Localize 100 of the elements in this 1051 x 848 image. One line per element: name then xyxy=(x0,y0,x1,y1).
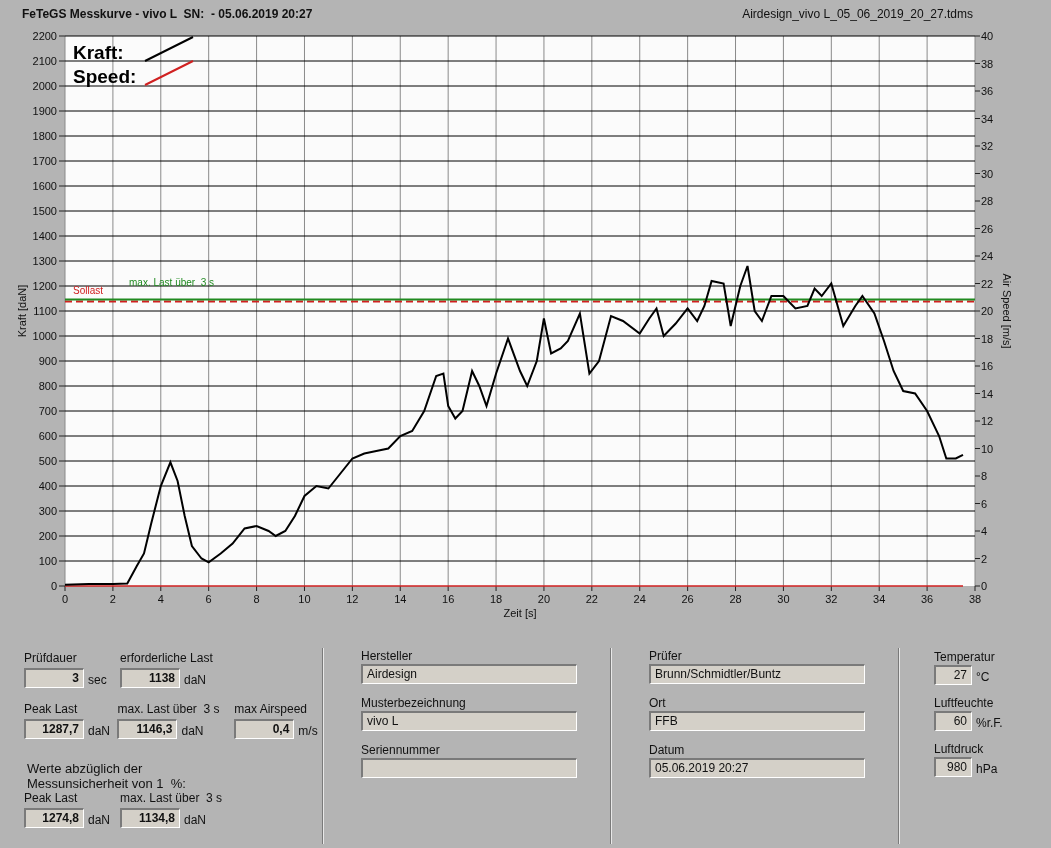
field-label: max. Last über 3 s xyxy=(117,702,220,717)
field-label: Prüfdauer xyxy=(24,651,77,666)
note-text: Messunsicherheit von 1 %: xyxy=(27,776,187,791)
y-tick-label: 1800 xyxy=(32,130,57,142)
y2-tick-label: 30 xyxy=(981,167,994,180)
y-tick-label: 100 xyxy=(38,555,57,567)
unit-label: hPa xyxy=(976,762,998,777)
x-tick-label: 2 xyxy=(109,593,116,605)
legend-line xyxy=(144,60,194,86)
x-tick-label: 36 xyxy=(921,593,934,605)
legend-label: Kraft: xyxy=(73,42,124,63)
y-tick-label: 0 xyxy=(50,580,57,592)
y-tick-label: 200 xyxy=(38,530,57,542)
y-tick-label: 1100 xyxy=(33,305,57,317)
unit-label: m/s xyxy=(298,724,318,739)
x-axis-label: Zeit [s] xyxy=(503,607,537,619)
value-field: 1134,8 xyxy=(120,808,180,828)
x-tick-label: 34 xyxy=(873,593,886,605)
field-label: Hersteller xyxy=(361,649,414,664)
y-tick-label: 1900 xyxy=(32,105,57,117)
y2-tick-label: 38 xyxy=(981,57,994,70)
y2-tick-label: 4 xyxy=(981,525,988,537)
y2-tick-label: 8 xyxy=(981,470,988,482)
value-field: 1287,7 xyxy=(24,719,84,739)
y2-axis-label: Air Speed [m/s] xyxy=(1001,273,1013,349)
y2-tick-label: 36 xyxy=(981,85,994,97)
x-tick-label: 26 xyxy=(681,593,694,605)
value-field: 1138 xyxy=(120,668,180,688)
y-tick-label: 600 xyxy=(38,430,57,442)
y2-tick-label: 28 xyxy=(981,195,994,207)
unit-label: °C xyxy=(976,670,990,685)
x-tick-label: 38 xyxy=(968,593,982,605)
x-tick-label: 30 xyxy=(777,593,790,605)
y-tick-label: 700 xyxy=(38,405,57,417)
x-tick-label: 8 xyxy=(253,593,260,605)
value-field: 0,4 xyxy=(234,719,295,739)
x-tick-label: 12 xyxy=(346,593,359,605)
unit-label: daN xyxy=(88,724,110,739)
y2-tick-label: 14 xyxy=(981,387,994,400)
y-tick-label: 300 xyxy=(38,505,57,517)
field-label: Temperatur xyxy=(934,650,996,665)
field-label: Musterbezeichnung xyxy=(361,696,467,711)
y2-tick-label: 26 xyxy=(981,222,994,235)
x-tick-label: 0 xyxy=(61,593,69,605)
y2-tick-label: 18 xyxy=(981,332,994,345)
value-field: 1274,8 xyxy=(24,808,84,828)
y-tick-label: 1500 xyxy=(32,205,57,217)
value-field: 60 xyxy=(934,711,972,731)
field-label: max. Last über 3 s xyxy=(120,791,223,806)
x-tick-label: 14 xyxy=(394,593,407,605)
x-tick-label: 28 xyxy=(729,593,742,605)
x-tick-label: 22 xyxy=(585,593,598,605)
x-tick-label: 16 xyxy=(442,593,455,605)
unit-label: daN xyxy=(184,673,206,688)
unit-label: sec xyxy=(88,673,107,688)
field-label: Peak Last xyxy=(24,702,78,717)
y-tick-label: 1400 xyxy=(32,230,57,242)
field-label: Ort xyxy=(649,696,667,711)
window-title: FeTeGS Messkurve - vivo L SN: - 05.06.2019 20:27 xyxy=(22,6,313,23)
y-tick-label: 2100 xyxy=(32,55,57,67)
y2-tick-label: 40 xyxy=(981,30,994,42)
y-tick-label: 1600 xyxy=(32,180,57,192)
y2-tick-label: 12 xyxy=(981,415,994,427)
legend-label: Speed: xyxy=(73,66,137,87)
y2-tick-label: 6 xyxy=(981,497,988,510)
field-label: Peak Last xyxy=(24,791,78,806)
value-field: 27 xyxy=(934,665,972,685)
y-tick-label: 1700 xyxy=(32,155,57,167)
field-label: Luftfeuchte xyxy=(934,696,995,711)
field-label: Luftdruck xyxy=(934,742,985,757)
y-tick-label: 1000 xyxy=(32,330,57,342)
note-text: Werte abzüglich der xyxy=(27,761,144,776)
unit-label: daN xyxy=(181,724,204,739)
field-label: Prüfer xyxy=(649,649,683,664)
x-tick-label: 4 xyxy=(157,593,164,605)
y2-tick-label: 34 xyxy=(981,112,994,125)
reference-label: Sollast xyxy=(73,284,103,296)
field-label: max Airspeed xyxy=(234,702,308,717)
y-axis-label: Kraft [daN] xyxy=(16,284,28,338)
unit-label: daN xyxy=(88,813,110,828)
file-name: Airdesign_vivo L_05_06_2019_20_27.tdms xyxy=(742,6,973,23)
y2-tick-label: 16 xyxy=(981,360,994,372)
y2-tick-label: 0 xyxy=(981,580,988,592)
y2-tick-label: 2 xyxy=(981,552,988,565)
x-tick-label: 20 xyxy=(537,593,551,605)
y-tick-label: 1300 xyxy=(32,255,57,267)
value-field: 1146,3 xyxy=(117,719,178,739)
y-tick-label: 2000 xyxy=(32,80,57,92)
field-label: Datum xyxy=(649,743,686,758)
x-tick-label: 10 xyxy=(298,593,311,605)
x-tick-label: 18 xyxy=(489,593,503,605)
x-tick-label: 24 xyxy=(633,593,646,605)
y-tick-label: 400 xyxy=(38,480,57,492)
x-tick-label: 6 xyxy=(205,593,212,605)
y-tick-label: 800 xyxy=(38,380,57,392)
value-field: 980 xyxy=(934,757,972,777)
y2-tick-label: 32 xyxy=(981,140,994,152)
unit-label: daN xyxy=(184,813,206,828)
value-field: 3 xyxy=(24,668,84,688)
x-tick-label: 32 xyxy=(825,593,838,605)
